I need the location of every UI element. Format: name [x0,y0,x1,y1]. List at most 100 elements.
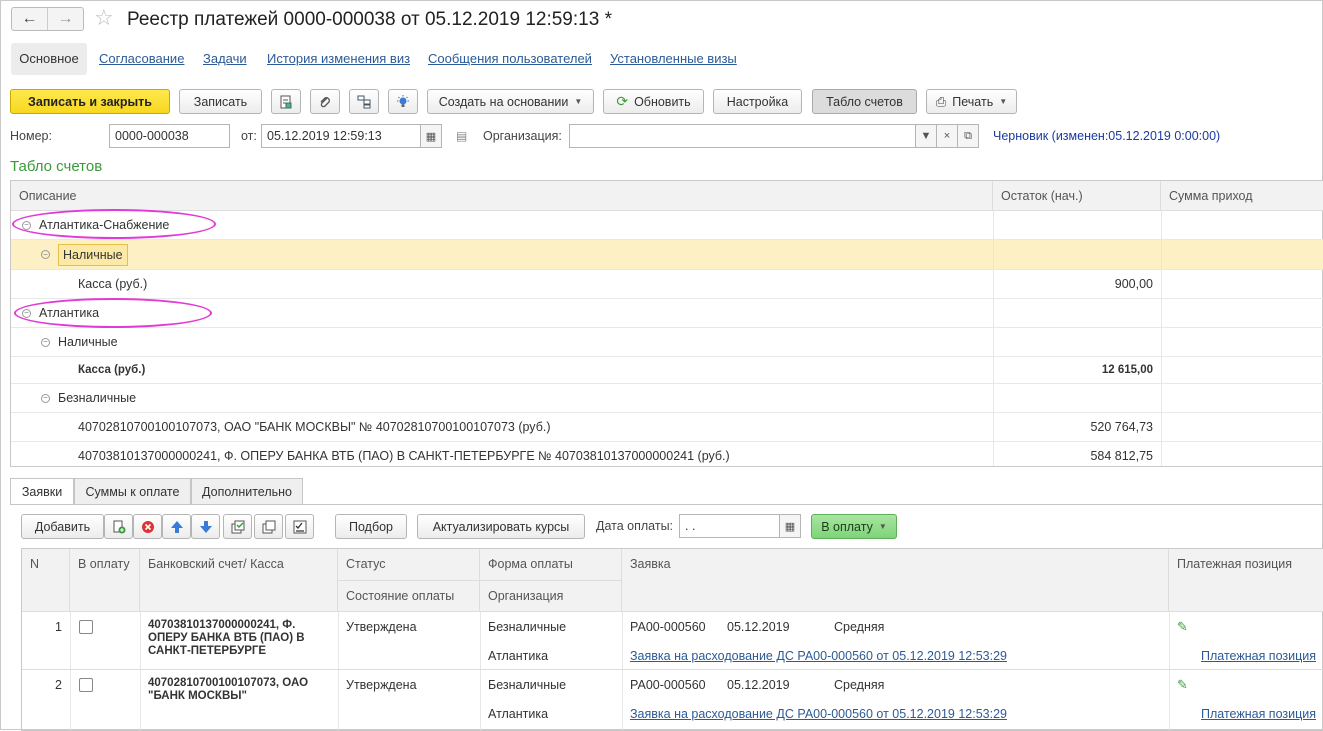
row-priority: Средняя [834,620,885,634]
calendar-icon[interactable]: ▦ [420,124,442,148]
table-row[interactable]: 1 40703810137000000241, Ф. ОПЕРУ БАНКА В… [22,612,1323,670]
col-income-sum[interactable]: Сумма приход [1161,181,1323,211]
col-to-pay[interactable]: В оплату [70,549,140,612]
board-row[interactable]: − Безналичные [11,384,1323,413]
board-row[interactable]: − Наличные [11,240,1323,270]
board-row[interactable]: Касса (руб.) 900,00 [11,270,1323,299]
row-pay-position-link[interactable]: Платежная позиция [1201,707,1316,721]
forward-arrow-icon[interactable]: → [47,8,83,30]
row-label: 40703810137000000241, Ф. ОПЕРУ БАНКА ВТБ… [78,449,730,463]
post-doc-button[interactable] [271,89,301,114]
attach-button[interactable] [310,89,340,114]
position-status-icon: ✎ [1177,677,1188,692]
copy-row-button[interactable] [104,514,133,539]
board-row[interactable]: Касса (руб.) 12 615,00 [11,357,1323,384]
check-all-button[interactable] [223,514,252,539]
hint-button[interactable] [388,89,418,114]
dropdown-icon[interactable]: ▼ [915,124,937,148]
move-up-button[interactable] [162,514,191,539]
row-label: Наличные [58,243,128,266]
add-button[interactable]: Добавить [21,514,104,539]
delete-icon [141,520,154,533]
board-row[interactable]: 40703810137000000241, Ф. ОПЕРУ БАНКА ВТБ… [11,442,1323,466]
col-status[interactable]: Статус [338,549,480,581]
favorite-star-icon[interactable]: ☆ [94,5,114,31]
annotation-ellipse [12,209,216,239]
to-payment-button[interactable]: В оплату ▼ [811,514,897,539]
uncheck-all-icon [262,520,275,533]
tab-payment-sums[interactable]: Суммы к оплате [74,478,191,504]
tab-set-visas[interactable]: Установленные визы [610,51,737,66]
row-priority: Средняя [834,678,885,692]
open-icon[interactable]: ⧉ [957,124,979,148]
row-number: 2 [55,678,62,692]
save-button[interactable]: Записать [179,89,262,114]
row-request-number: РА00-000560 [630,678,706,692]
table-row[interactable]: 2 40702810700100107073, ОАО "БАНК МОСКВЫ… [22,670,1323,730]
date-label: от: [241,129,257,143]
create-based-label: Создать на основании [438,94,569,109]
structure-button[interactable] [349,89,379,114]
clear-icon[interactable]: × [936,124,958,148]
col-org[interactable]: Организация [480,581,622,612]
print-button[interactable]: ⎙ Печать ▼ [926,89,1017,114]
row-status: Утверждена [346,620,417,634]
tab-requests[interactable]: Заявки [10,478,74,505]
chevron-down-icon: ▼ [574,97,583,106]
board-row[interactable]: − Наличные [11,328,1323,357]
col-description[interactable]: Описание [11,181,993,211]
row-pay-form: Безналичные [488,620,567,634]
tab-main[interactable]: Основное [11,43,87,75]
row-org: Атлантика [488,649,549,663]
row-request-link[interactable]: Заявка на расходование ДС РА00-000560 от… [630,707,1007,721]
tab-additional[interactable]: Дополнительно [191,478,303,504]
tab-approval[interactable]: Согласование [99,51,184,66]
print-label: Печать [952,94,994,109]
refresh-button[interactable]: ⟳ Обновить [603,89,704,114]
col-opening-balance[interactable]: Остаток (нач.) [993,181,1161,211]
pay-date-field[interactable]: . . [679,514,780,538]
board-row[interactable]: 40702810700100107073, ОАО "БАНК МОСКВЫ" … [11,413,1323,442]
collapse-icon[interactable]: − [41,393,50,403]
pick-button[interactable]: Подбор [335,514,407,539]
comment-icon[interactable]: ▤ [456,129,467,143]
uncheck-all-button[interactable] [254,514,283,539]
back-arrow-icon[interactable]: ← [12,8,47,30]
org-field[interactable] [569,124,916,148]
row-request-link[interactable]: Заявка на расходование ДС РА00-000560 от… [630,649,1007,663]
to-pay-checkbox[interactable] [79,678,93,692]
save-close-button[interactable]: Записать и закрыть [10,89,170,114]
row-org: Атлантика [488,707,549,721]
tab-visa-history[interactable]: История изменения виз [267,51,410,66]
accounts-board-button[interactable]: Табло счетов [812,89,917,114]
number-label: Номер: [10,129,52,143]
tab-user-messages[interactable]: Сообщения пользователей [428,51,592,66]
board-header: Описание Остаток (нач.) Сумма приход [11,181,1323,211]
window-title: Реестр платежей 0000-000038 от 05.12.201… [127,9,612,30]
move-down-button[interactable] [191,514,220,539]
row-label: Касса (руб.) [78,364,146,376]
col-n[interactable]: N [22,549,70,612]
calendar-icon[interactable]: ▦ [779,514,801,538]
delete-button[interactable] [133,514,162,539]
to-payment-label: В оплату [821,519,873,534]
col-account[interactable]: Банковский счет/ Касса [140,549,338,612]
tab-tasks[interactable]: Задачи [203,51,247,66]
collapse-icon[interactable]: − [41,250,50,259]
org-label: Организация: [483,129,562,143]
date-field[interactable]: 05.12.2019 12:59:13 [261,124,421,148]
update-rates-button[interactable]: Актуализировать курсы [417,514,585,539]
col-request[interactable]: Заявка [622,549,1169,612]
number-field[interactable]: 0000-000038 [109,124,230,148]
settings-button[interactable]: Настройка [713,89,802,114]
col-pay-position[interactable]: Платежная позиция [1169,549,1323,612]
invert-check-button[interactable] [285,514,314,539]
row-request-number: РА00-000560 [630,620,706,634]
to-pay-checkbox[interactable] [79,620,93,634]
col-pay-form[interactable]: Форма оплаты [480,549,622,581]
row-account: 40703810137000000241, Ф. ОПЕРУ БАНКА ВТБ… [148,619,305,657]
col-pay-state[interactable]: Состояние оплаты [338,581,480,612]
row-pay-position-link[interactable]: Платежная позиция [1201,649,1316,663]
collapse-icon[interactable]: − [41,337,50,347]
create-based-button[interactable]: Создать на основании ▼ [427,89,594,114]
